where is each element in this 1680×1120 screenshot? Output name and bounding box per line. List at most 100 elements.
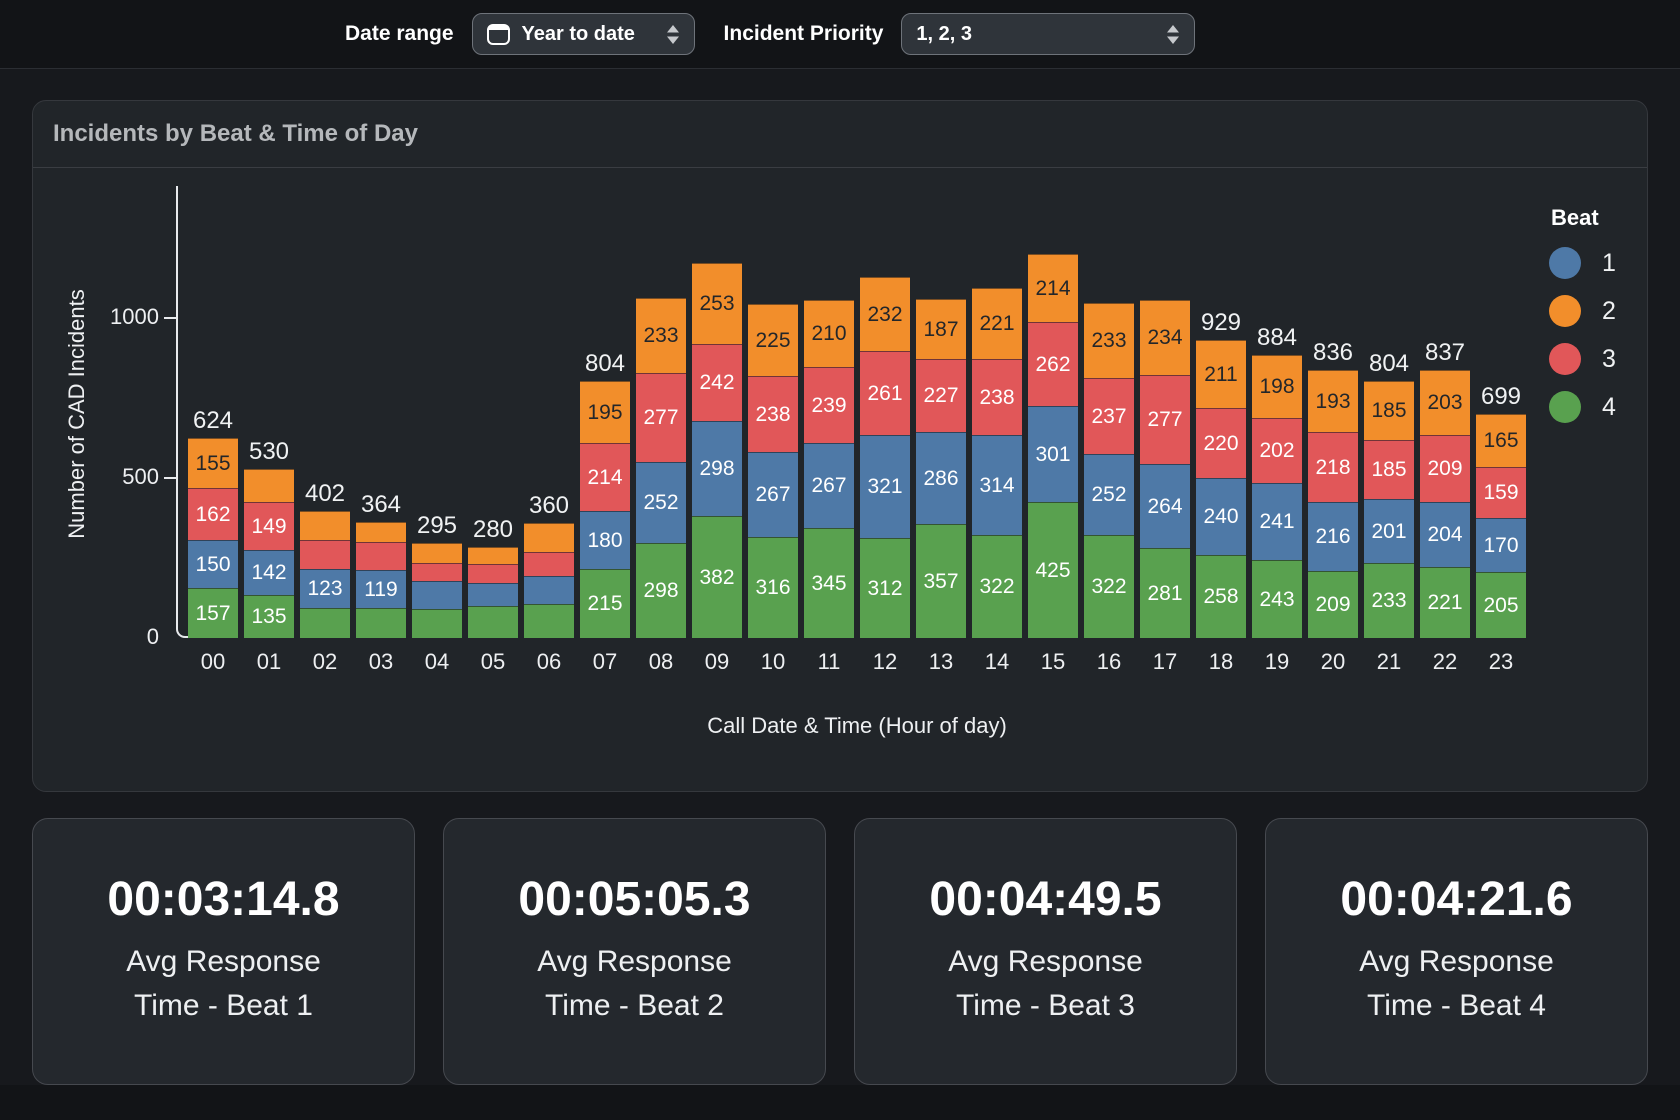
bar-segment[interactable] <box>468 606 518 638</box>
bar-segment[interactable]: 221 <box>1420 567 1470 638</box>
bar-column[interactable]: 804195214180215 <box>580 352 630 638</box>
bar-segment[interactable]: 241 <box>1252 483 1302 560</box>
bar-column[interactable]: 929211220240258 <box>1196 311 1246 638</box>
bar-segment[interactable]: 185 <box>1364 381 1414 440</box>
bar-segment[interactable]: 149 <box>244 502 294 550</box>
bar-column[interactable]: 225238267316 <box>748 304 798 638</box>
bar-segment[interactable]: 237 <box>1084 378 1134 454</box>
legend-item[interactable]: 1 <box>1549 247 1645 279</box>
bar-segment[interactable]: 242 <box>692 344 742 421</box>
bar-column[interactable]: 884198202241243 <box>1252 326 1302 638</box>
bar-segment[interactable] <box>524 576 574 604</box>
bar-segment[interactable]: 215 <box>580 569 630 638</box>
legend-item[interactable]: 4 <box>1549 391 1645 423</box>
bar-segment[interactable]: 142 <box>244 550 294 595</box>
bar-segment[interactable]: 210 <box>804 300 854 367</box>
bar-segment[interactable]: 321 <box>860 435 910 538</box>
bar-segment[interactable]: 239 <box>804 367 854 443</box>
incident-priority-select[interactable]: 1, 2, 3 <box>901 13 1195 55</box>
bar-segment[interactable]: 267 <box>804 443 854 528</box>
bar-segment[interactable]: 357 <box>916 524 966 638</box>
bar-segment[interactable]: 216 <box>1308 502 1358 571</box>
bar-segment[interactable]: 234 <box>1140 300 1190 375</box>
bar-segment[interactable] <box>356 542 406 570</box>
bar-segment[interactable] <box>524 523 574 552</box>
bar-segment[interactable]: 281 <box>1140 548 1190 638</box>
legend-item[interactable]: 2 <box>1549 295 1645 327</box>
bar-segment[interactable]: 286 <box>916 432 966 524</box>
bar-segment[interactable] <box>412 581 462 609</box>
bar-column[interactable]: 837203209204221 <box>1420 341 1470 638</box>
bar-segment[interactable] <box>300 511 350 540</box>
bar-column[interactable]: 360 <box>524 494 574 638</box>
bar-segment[interactable]: 322 <box>1084 535 1134 638</box>
bar-segment[interactable]: 211 <box>1196 340 1246 408</box>
bar-segment[interactable]: 316 <box>748 537 798 638</box>
bar-segment[interactable]: 262 <box>1028 322 1078 406</box>
bar-column[interactable]: 214262301425 <box>1028 254 1078 638</box>
bar-segment[interactable] <box>412 543 462 563</box>
bar-segment[interactable]: 165 <box>1476 414 1526 467</box>
bar-segment[interactable]: 298 <box>692 421 742 516</box>
bar-segment[interactable]: 227 <box>916 359 966 432</box>
bar-segment[interactable]: 193 <box>1308 370 1358 432</box>
bar-column[interactable]: 253242298382 <box>692 263 742 638</box>
bar-segment[interactable] <box>468 583 518 606</box>
bar-segment[interactable]: 238 <box>748 376 798 452</box>
bar-segment[interactable]: 233 <box>636 298 686 373</box>
bar-segment[interactable]: 253 <box>692 263 742 344</box>
bar-segment[interactable]: 203 <box>1420 370 1470 435</box>
bar-segment[interactable]: 382 <box>692 516 742 638</box>
bar-segment[interactable] <box>412 563 462 581</box>
bar-segment[interactable] <box>412 609 462 638</box>
bar-segment[interactable]: 218 <box>1308 432 1358 502</box>
bar-segment[interactable]: 221 <box>972 288 1022 359</box>
bar-column[interactable]: 187227286357 <box>916 299 966 638</box>
bar-segment[interactable]: 209 <box>1308 571 1358 638</box>
bar-segment[interactable]: 240 <box>1196 478 1246 555</box>
bar-segment[interactable] <box>300 608 350 638</box>
bar-segment[interactable]: 233 <box>1364 563 1414 638</box>
bar-segment[interactable]: 162 <box>188 488 238 540</box>
bar-segment[interactable]: 238 <box>972 359 1022 435</box>
date-range-select[interactable]: Year to date <box>472 13 695 55</box>
bar-segment[interactable]: 159 <box>1476 467 1526 518</box>
bar-column[interactable]: 210239267345 <box>804 300 854 638</box>
bar-column[interactable]: 233277252298 <box>636 298 686 638</box>
bar-segment[interactable]: 214 <box>580 443 630 511</box>
bar-column[interactable]: 234277264281 <box>1140 300 1190 638</box>
bar-segment[interactable] <box>468 564 518 583</box>
bar-segment[interactable]: 232 <box>860 277 910 351</box>
bar-segment[interactable]: 233 <box>1084 303 1134 378</box>
bar-segment[interactable] <box>524 552 574 576</box>
bar-segment[interactable]: 170 <box>1476 518 1526 572</box>
bar-column[interactable]: 804185185201233 <box>1364 352 1414 638</box>
bar-column[interactable]: 402123 <box>300 482 350 638</box>
bar-segment[interactable] <box>300 540 350 569</box>
bar-column[interactable]: 232261321312 <box>860 277 910 638</box>
bar-segment[interactable]: 322 <box>972 535 1022 638</box>
bar-segment[interactable]: 195 <box>580 381 630 443</box>
bar-column[interactable]: 295 <box>412 514 462 638</box>
bar-segment[interactable]: 155 <box>188 438 238 488</box>
bar-segment[interactable]: 277 <box>1140 375 1190 464</box>
bar-segment[interactable]: 201 <box>1364 499 1414 563</box>
bar-segment[interactable]: 214 <box>1028 254 1078 322</box>
bar-column[interactable]: 280 <box>468 518 518 638</box>
bar-segment[interactable]: 187 <box>916 299 966 359</box>
bar-column[interactable]: 530149142135 <box>244 440 294 638</box>
bar-segment[interactable]: 252 <box>636 462 686 543</box>
bar-column[interactable]: 836193218216209 <box>1308 341 1358 638</box>
bar-segment[interactable]: 298 <box>636 543 686 638</box>
bar-column[interactable]: 233237252322 <box>1084 303 1134 638</box>
bar-segment[interactable]: 258 <box>1196 555 1246 638</box>
bar-segment[interactable]: 180 <box>580 511 630 569</box>
bar-segment[interactable]: 202 <box>1252 418 1302 483</box>
bar-segment[interactable]: 264 <box>1140 464 1190 548</box>
bar-segment[interactable]: 267 <box>748 452 798 537</box>
bar-segment[interactable]: 277 <box>636 373 686 462</box>
bar-segment[interactable]: 312 <box>860 538 910 638</box>
bar-segment[interactable]: 204 <box>1420 502 1470 567</box>
bar-segment[interactable] <box>356 608 406 638</box>
bar-segment[interactable]: 314 <box>972 435 1022 535</box>
